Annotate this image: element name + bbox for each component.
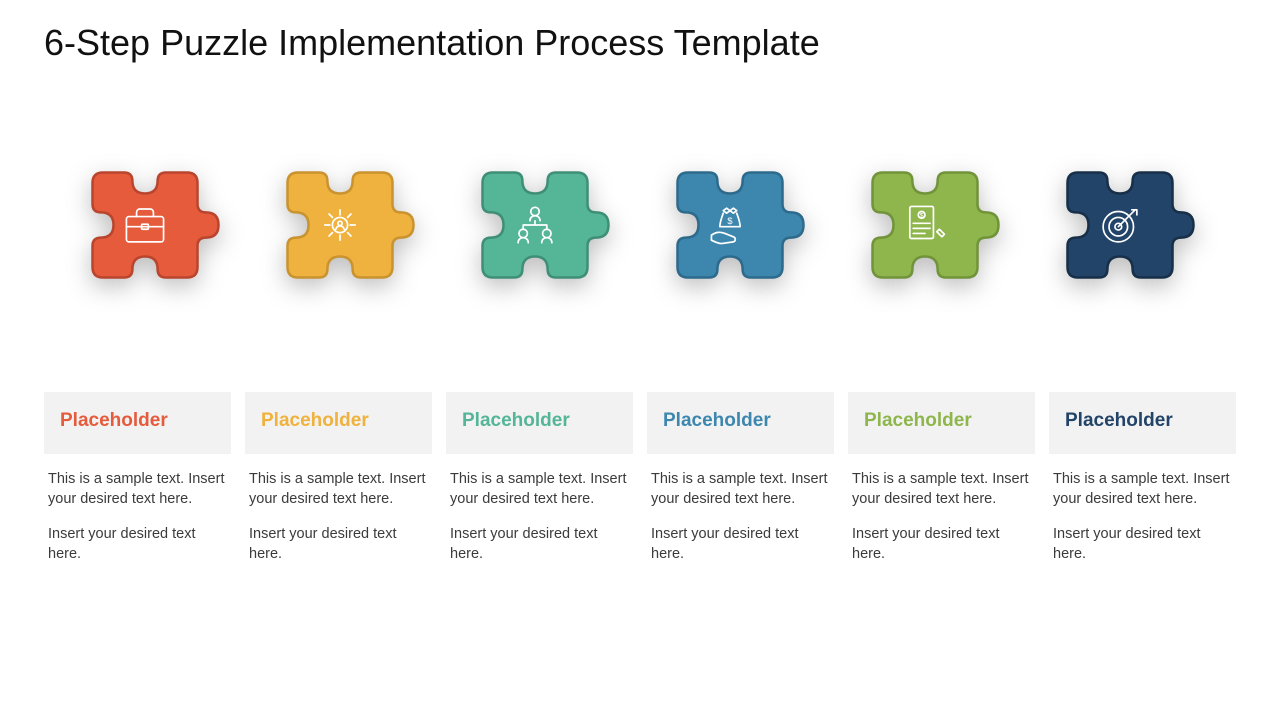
card-body: This is a sample text. Insert your desir…	[1049, 454, 1236, 564]
card-body: This is a sample text. Insert your desir…	[44, 454, 231, 564]
card-text-2: Insert your desired text here.	[249, 525, 428, 564]
card-label: Placeholder	[60, 410, 168, 431]
puzzle-piece-2	[235, 120, 445, 330]
puzzle-piece-4	[625, 120, 835, 330]
money-hand-icon	[703, 198, 757, 252]
step-card-3: Placeholder This is a sample text. Inser…	[446, 392, 633, 564]
gear-user-icon	[313, 198, 367, 252]
card-label: Placeholder	[261, 410, 369, 431]
card-text-1: This is a sample text. Insert your desir…	[651, 470, 830, 509]
card-label: Placeholder	[1065, 410, 1173, 431]
puzzle-piece-5	[820, 120, 1030, 330]
briefcase-icon	[118, 198, 172, 252]
card-text-2: Insert your desired text here.	[1053, 525, 1232, 564]
puzzle-row	[0, 120, 1280, 340]
invoice-icon	[898, 198, 952, 252]
card-text-2: Insert your desired text here.	[651, 525, 830, 564]
cards-row: Placeholder This is a sample text. Inser…	[44, 392, 1236, 564]
step-card-6: Placeholder This is a sample text. Inser…	[1049, 392, 1236, 564]
puzzle-piece-3	[430, 120, 640, 330]
card-text-1: This is a sample text. Insert your desir…	[852, 470, 1031, 509]
card-text-2: Insert your desired text here.	[450, 525, 629, 564]
card-body: This is a sample text. Insert your desir…	[446, 454, 633, 564]
card-head: Placeholder	[245, 392, 432, 454]
step-card-1: Placeholder This is a sample text. Inser…	[44, 392, 231, 564]
card-text-1: This is a sample text. Insert your desir…	[450, 470, 629, 509]
card-text-1: This is a sample text. Insert your desir…	[1053, 470, 1232, 509]
puzzle-piece-1	[40, 120, 250, 330]
card-head: Placeholder	[1049, 392, 1236, 454]
card-body: This is a sample text. Insert your desir…	[245, 454, 432, 564]
card-body: This is a sample text. Insert your desir…	[848, 454, 1035, 564]
card-body: This is a sample text. Insert your desir…	[647, 454, 834, 564]
card-head: Placeholder	[848, 392, 1035, 454]
page-title: 6-Step Puzzle Implementation Process Tem…	[44, 22, 820, 64]
card-text-1: This is a sample text. Insert your desir…	[48, 470, 227, 509]
card-head: Placeholder	[647, 392, 834, 454]
card-label: Placeholder	[663, 410, 771, 431]
card-text-1: This is a sample text. Insert your desir…	[249, 470, 428, 509]
card-label: Placeholder	[864, 410, 972, 431]
step-card-5: Placeholder This is a sample text. Inser…	[848, 392, 1035, 564]
card-text-2: Insert your desired text here.	[48, 525, 227, 564]
target-icon	[1093, 198, 1147, 252]
puzzle-piece-6	[1015, 120, 1225, 330]
card-label: Placeholder	[462, 410, 570, 431]
card-text-2: Insert your desired text here.	[852, 525, 1031, 564]
card-head: Placeholder	[446, 392, 633, 454]
step-card-4: Placeholder This is a sample text. Inser…	[647, 392, 834, 564]
card-head: Placeholder	[44, 392, 231, 454]
org-chart-icon	[508, 198, 562, 252]
step-card-2: Placeholder This is a sample text. Inser…	[245, 392, 432, 564]
